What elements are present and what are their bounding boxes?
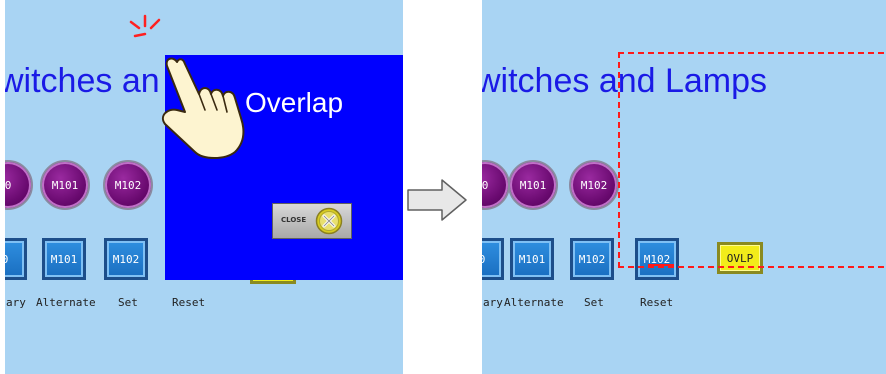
screen-title: witches an (5, 62, 160, 100)
close-icon (315, 207, 343, 235)
overlap-area-outline (618, 52, 884, 268)
momentary-label: ary (483, 296, 503, 309)
alternate-label: Alternate (504, 296, 564, 309)
momentary-switch[interactable]: 0 (482, 238, 504, 280)
close-button[interactable]: CLOSE (272, 203, 352, 239)
reset-label: Reset (640, 296, 674, 309)
set-label: Set (118, 296, 138, 309)
lamp-m102: M102 (569, 160, 619, 210)
lamp-m100: 0 (5, 160, 33, 210)
alternate-label: Alternate (36, 296, 96, 309)
momentary-switch[interactable]: 0 (5, 238, 27, 280)
set-switch[interactable]: M102 (104, 238, 148, 280)
underline-mark (648, 264, 674, 266)
close-label: CLOSE (281, 216, 307, 224)
overlap-title: Overlap (245, 87, 344, 118)
momentary-label: ary (6, 296, 26, 309)
lamp-m102: M102 (103, 160, 153, 210)
pointing-hand-icon (161, 57, 245, 159)
screen-after: witches and Lamps 0 M101 M102 0 M101 M10… (482, 0, 886, 374)
lamp-m101: M101 (508, 160, 558, 210)
set-switch[interactable]: M102 (570, 238, 614, 280)
alternate-switch[interactable]: M101 (510, 238, 554, 280)
reset-label: Reset (172, 296, 206, 309)
right-arrow-icon (407, 179, 467, 221)
set-label: Set (584, 296, 604, 309)
lamp-m100: 0 (482, 160, 510, 210)
lamp-m101: M101 (40, 160, 90, 210)
screen-before: witches an 0 M101 M102 0 M101 M102 ary A… (5, 0, 403, 374)
tap-indicator-icon (129, 14, 161, 38)
alternate-switch[interactable]: M101 (42, 238, 86, 280)
